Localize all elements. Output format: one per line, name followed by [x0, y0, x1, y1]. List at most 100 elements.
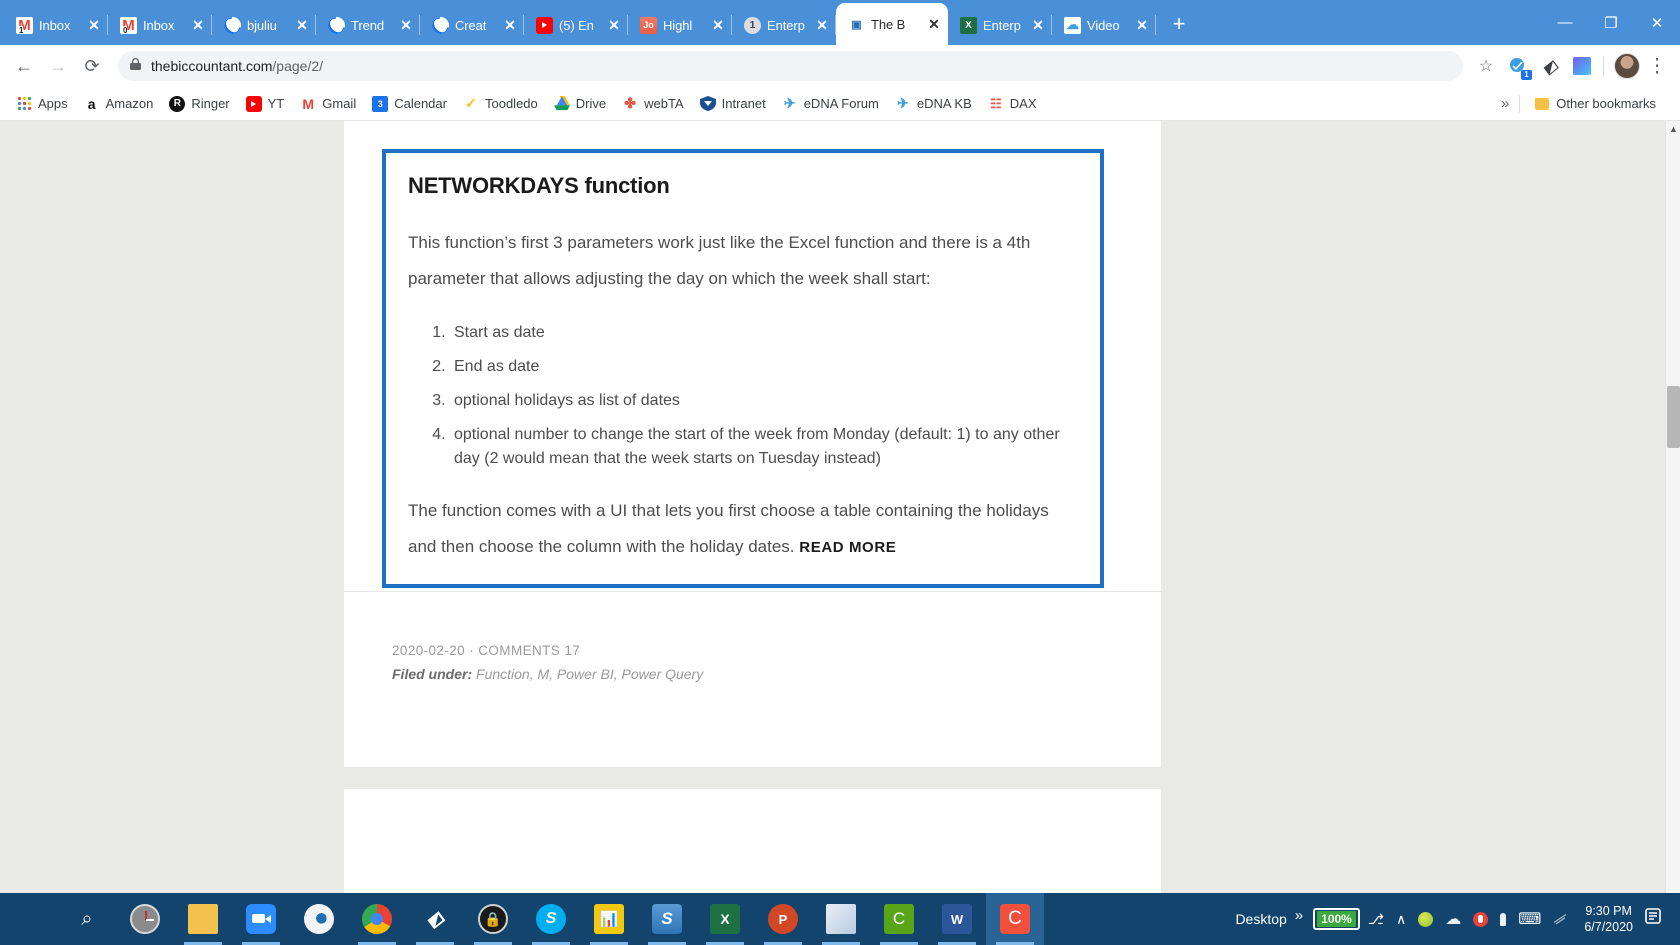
tab-inbox-2[interactable]: M0 Inbox ✕ — [108, 5, 212, 45]
forward-button[interactable]: → — [42, 50, 74, 82]
page-viewport: NETWORKDAYS function This function’s fir… — [0, 121, 1680, 893]
taskbar-lock-app[interactable]: 🔒 — [464, 893, 522, 945]
lock-icon — [130, 58, 141, 74]
list-item: optional holidays as list of dates — [450, 389, 1078, 413]
tab-close-icon[interactable]: ✕ — [1134, 18, 1150, 32]
microphone-icon[interactable] — [1467, 911, 1494, 927]
tab-close-icon[interactable]: ✕ — [710, 18, 726, 32]
plug-icon[interactable]: ⎇ — [1362, 911, 1390, 928]
extension-sync-icon[interactable]: 1 — [1503, 51, 1533, 81]
firefox-extension-icon[interactable]: ⬖ — [1535, 51, 1565, 81]
green-status-icon[interactable] — [1412, 911, 1439, 927]
tab-close-icon[interactable]: ✕ — [502, 18, 518, 32]
taskbar-onenote[interactable] — [812, 893, 870, 945]
tab-close-icon[interactable]: ✕ — [86, 18, 102, 32]
bookmark-amazon[interactable]: a Amazon — [76, 92, 162, 116]
reload-button[interactable]: ⟳ — [76, 50, 108, 82]
maximize-button[interactable]: ❐ — [1588, 0, 1634, 45]
bookmark-edna-kb[interactable]: ✈ eDNA KB — [887, 92, 980, 116]
close-window-button[interactable]: ✕ — [1634, 0, 1680, 45]
color-extension-icon[interactable] — [1567, 51, 1597, 81]
minimize-button[interactable]: — — [1542, 0, 1588, 45]
scroll-up-arrow-icon[interactable]: ▲ — [1669, 125, 1678, 134]
extension-badge-count: 1 — [1521, 70, 1532, 80]
tab-close-icon[interactable]: ✕ — [190, 18, 206, 32]
bookmarks-overflow-button[interactable]: » — [1491, 91, 1519, 116]
action-center-icon[interactable] — [1645, 907, 1674, 931]
taskbar-firefox[interactable]: ⬖ — [406, 893, 464, 945]
taskbar-search[interactable]: ⌕ — [58, 893, 116, 945]
tab-close-icon[interactable]: ✕ — [814, 18, 830, 32]
taskbar-powerpoint[interactable]: P — [754, 893, 812, 945]
checkmark-icon: ✓ — [465, 95, 477, 111]
power-bi-icon: 📊 — [594, 904, 624, 934]
tab-close-icon[interactable]: ✕ — [294, 18, 310, 32]
taskbar-skype[interactable]: S — [522, 893, 580, 945]
tab-video[interactable]: ☁ Video ✕ — [1052, 5, 1156, 45]
scrollbar[interactable]: ▲ — [1665, 121, 1680, 893]
taskbar-clock-app[interactable] — [116, 893, 174, 945]
battery-icon[interactable]: 100% — [1313, 908, 1360, 930]
taskbar-zoom[interactable] — [232, 893, 290, 945]
list-item: Start as date — [450, 321, 1078, 345]
keyboard-icon[interactable]: ⌨ — [1512, 909, 1547, 929]
chrome-menu-icon[interactable]: ⋮ — [1642, 51, 1672, 81]
taskbar-clock[interactable]: 9:30 PM 6/7/2020 — [1574, 903, 1645, 935]
taskbar-snagit[interactable]: S — [638, 893, 696, 945]
filed-under-values[interactable]: Function, M, Power BI, Power Query — [476, 666, 703, 682]
new-tab-button[interactable]: + — [1162, 7, 1196, 41]
bookmark-webta[interactable]: ✤ webTA — [614, 92, 692, 116]
taskbar-camtasia[interactable]: C — [870, 893, 928, 945]
tab-enterprise-1[interactable]: 1 Enterp ✕ — [732, 5, 836, 45]
onedrive-cloud-icon[interactable]: ☁ — [1439, 909, 1467, 929]
bookmark-intranet[interactable]: Intranet — [692, 92, 774, 116]
article-paragraph-2: The function comes with a UI that lets y… — [408, 493, 1078, 566]
bookmark-gmail[interactable]: M Gmail — [292, 92, 364, 116]
taskbar-power-bi[interactable]: 📊 — [580, 893, 638, 945]
tab-inbox-1[interactable]: M1 Inbox ✕ — [4, 5, 108, 45]
tab-close-icon[interactable]: ✕ — [926, 17, 942, 31]
tab-close-icon[interactable]: ✕ — [1030, 18, 1046, 32]
bookmark-label: Gmail — [322, 96, 357, 111]
taskbar-camtasia-recorder[interactable]: C — [986, 893, 1044, 945]
read-more-link[interactable]: READ MORE — [799, 539, 896, 556]
avatar[interactable] — [1614, 53, 1640, 79]
bookmark-star-icon[interactable]: ☆ — [1471, 51, 1501, 81]
tab-highl[interactable]: Jo Highl ✕ — [628, 5, 732, 45]
bookmark-drive[interactable]: Drive — [546, 92, 614, 116]
other-bookmarks-folder[interactable]: Other bookmarks — [1526, 92, 1664, 116]
bookmark-label: webTA — [644, 96, 684, 111]
bookmark-apps[interactable]: Apps — [8, 92, 76, 116]
bookmark-dax[interactable]: ☷ DAX — [980, 92, 1045, 116]
bookmark-calendar[interactable]: 3 Calendar — [364, 92, 455, 116]
taskbar-eye-app[interactable] — [290, 893, 348, 945]
tab-the-biccountant[interactable]: ▣ The B ✕ — [836, 3, 948, 45]
tab-close-icon[interactable]: ✕ — [606, 18, 622, 32]
taskbar-file-explorer[interactable] — [174, 893, 232, 945]
chevron-up-icon[interactable]: ∧ — [1390, 911, 1412, 928]
start-button[interactable] — [0, 893, 58, 945]
bookmark-label: Ringer — [191, 96, 230, 111]
bookmark-ringer[interactable]: R Ringer — [161, 92, 237, 116]
bookmark-edna-forum[interactable]: ✈ eDNA Forum — [774, 92, 887, 116]
wifi-icon[interactable] — [1547, 913, 1574, 925]
bookmark-toodledo[interactable]: ✓ Toodledo — [455, 92, 546, 116]
tab-enterprise-2[interactable]: X Enterp ✕ — [948, 5, 1052, 45]
tray-overflow-button[interactable]: » — [1293, 907, 1307, 932]
back-button[interactable]: ← — [8, 50, 40, 82]
edna-icon: ✈ — [783, 95, 796, 111]
address-bar[interactable]: thebiccountant.com/page/2/ — [118, 51, 1463, 81]
taskbar-chrome[interactable] — [348, 893, 406, 945]
taskbar-word[interactable]: W — [928, 893, 986, 945]
tab-creat[interactable]: Creat ✕ — [420, 5, 524, 45]
tab-trend[interactable]: Trend ✕ — [316, 5, 420, 45]
tab-label: Creat — [455, 17, 487, 33]
tab-close-icon[interactable]: ✕ — [398, 18, 414, 32]
usb-device-icon[interactable] — [1494, 912, 1512, 926]
tab-youtube[interactable]: (5) En ✕ — [524, 5, 628, 45]
desktop-label[interactable]: Desktop — [1229, 911, 1292, 927]
scrollbar-thumb[interactable] — [1667, 386, 1680, 448]
tab-bjuliu[interactable]: bjuliu ✕ — [212, 5, 316, 45]
bookmark-yt[interactable]: YT — [238, 92, 293, 116]
taskbar-excel[interactable]: X — [696, 893, 754, 945]
